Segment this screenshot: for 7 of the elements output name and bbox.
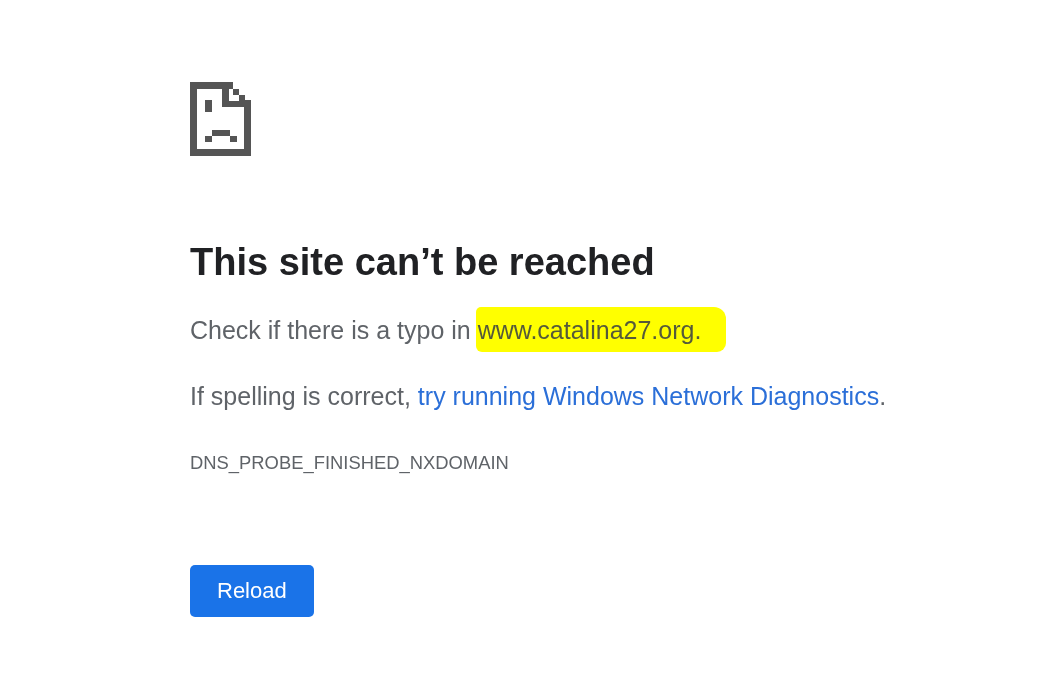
error-code-text: DNS_PROBE_FINISHED_NXDOMAIN [190,451,509,475]
diagnostics-link[interactable]: try running Windows Network Diagnostics [417,382,880,410]
spelling-hint-text: If spelling is correct, try running Windows Network Diagnostics. [190,381,887,412]
reload-button[interactable]: Reload [190,565,314,617]
error-heading: This site can’t be reached [190,240,655,285]
sad-page-icon [190,82,251,156]
highlighted-url: www.catalina27.org. [475,307,727,352]
